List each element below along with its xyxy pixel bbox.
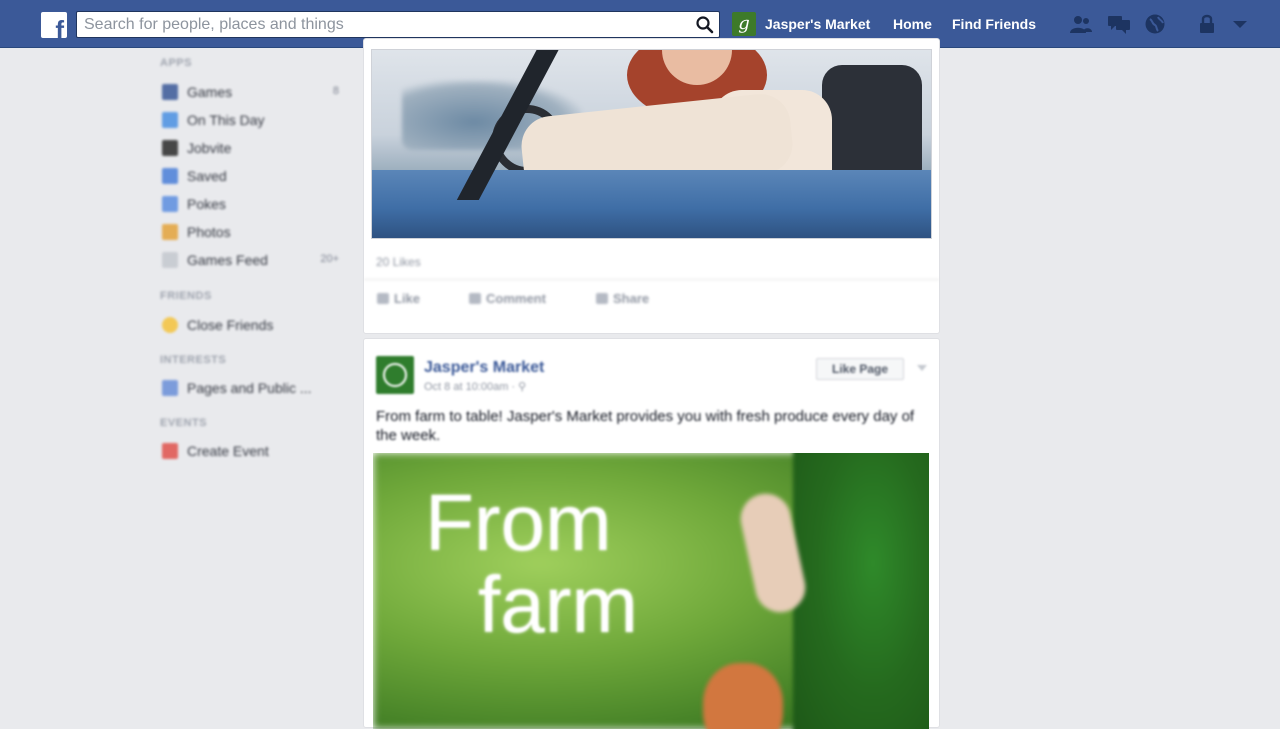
like-page-label: Like Page xyxy=(831,362,889,376)
post-options-chevron-icon[interactable] xyxy=(917,365,927,371)
share-label: Share xyxy=(613,291,650,306)
sidebar-item-label: Games xyxy=(187,84,233,100)
profile-avatar[interactable]: g xyxy=(732,12,756,36)
pages-icon xyxy=(162,380,178,396)
on-this-day-icon xyxy=(162,112,178,128)
feed-post: 20 Likes Like Comment Share xyxy=(363,38,940,334)
likes-count-link[interactable]: 20 Likes xyxy=(376,255,421,269)
post-text: From farm to table! Jasper's Market prov… xyxy=(376,408,915,444)
like-page-button[interactable]: Like Page xyxy=(816,358,904,380)
car-seat xyxy=(822,65,922,175)
sidebar-item-jobvite[interactable]: Jobvite xyxy=(160,138,345,158)
post-photo[interactable]: From farm xyxy=(373,453,929,729)
sidebar-item-create-event[interactable]: Create Event xyxy=(160,441,345,461)
sidebar-item-pages-and-public[interactable]: Pages and Public ... xyxy=(160,378,345,398)
sidebar-item-label: Photos xyxy=(187,224,231,240)
star-icon xyxy=(162,317,178,333)
home-link[interactable]: Home xyxy=(893,16,932,32)
facebook-logo-icon[interactable]: f xyxy=(41,12,67,38)
sidebar-item-label: On This Day xyxy=(187,112,265,128)
share-icon xyxy=(596,293,608,304)
carrot-greens xyxy=(793,453,929,729)
comment-label: Comment xyxy=(486,291,546,306)
sidebar-item-games-feed[interactable]: Games Feed 20+ xyxy=(160,250,345,270)
sidebar-item-count: 8 xyxy=(332,85,339,97)
find-friends-link[interactable]: Find Friends xyxy=(952,16,1036,32)
events-section-header: EVENTS xyxy=(160,417,208,429)
photo-overlay-text: farm xyxy=(478,560,638,649)
carrots xyxy=(703,663,783,729)
account-menu-chevron-down-icon[interactable] xyxy=(1228,13,1252,35)
apps-section-header: APPS xyxy=(160,57,192,69)
sidebar-item-label: Pages and Public ... xyxy=(187,380,312,396)
sidebar-item-label: Saved xyxy=(187,168,227,184)
search-input[interactable] xyxy=(84,13,684,36)
sidebar-item-label: Pokes xyxy=(187,196,226,212)
sidebar-item-count: 20+ xyxy=(320,253,339,265)
post-actions: Like Comment Share xyxy=(364,279,939,310)
sidebar-item-label: Create Event xyxy=(187,443,269,459)
calendar-icon xyxy=(162,443,178,459)
privacy-lock-icon[interactable] xyxy=(1196,13,1220,35)
notifications-globe-icon[interactable] xyxy=(1143,13,1167,35)
profile-name-link[interactable]: Jasper's Market xyxy=(765,16,870,32)
photos-icon xyxy=(162,224,178,240)
games-feed-icon xyxy=(162,252,178,268)
search-box xyxy=(76,11,720,38)
games-icon xyxy=(162,84,178,100)
post-timestamp[interactable]: Oct 8 at 10:00am · ⚲ xyxy=(424,380,526,393)
comment-icon xyxy=(469,293,481,304)
like-label: Like xyxy=(394,291,421,306)
sidebar-item-close-friends[interactable]: Close Friends xyxy=(160,315,345,335)
sidebar-item-saved[interactable]: Saved xyxy=(160,166,345,186)
feed-post: Jasper's Market Oct 8 at 10:00am · ⚲ Lik… xyxy=(363,338,940,729)
sidebar-item-photos[interactable]: Photos xyxy=(160,222,345,242)
share-button[interactable]: Share xyxy=(596,291,649,306)
saved-icon xyxy=(162,168,178,184)
interests-section-header: INTERESTS xyxy=(160,354,227,366)
friends-section-header: FRIENDS xyxy=(160,290,212,302)
like-button[interactable]: Like xyxy=(377,291,420,306)
sidebar-item-on-this-day[interactable]: On This Day xyxy=(160,110,345,130)
friend-requests-icon[interactable] xyxy=(1069,13,1093,35)
pokes-icon xyxy=(162,196,178,212)
sidebar-item-pokes[interactable]: Pokes xyxy=(160,194,345,214)
post-author-link[interactable]: Jasper's Market xyxy=(424,359,544,377)
sidebar-item-label: Close Friends xyxy=(187,317,274,333)
search-icon[interactable] xyxy=(695,15,715,35)
photo-overlay-text: From xyxy=(425,478,612,567)
logo-letter: f xyxy=(55,15,64,38)
thumbs-up-icon xyxy=(377,293,389,304)
sidebar-item-label: Games Feed xyxy=(187,252,268,268)
jobvite-icon xyxy=(162,140,178,156)
sidebar-item-games[interactable]: Games 8 xyxy=(160,82,345,102)
post-photo[interactable] xyxy=(371,49,932,239)
messages-icon[interactable] xyxy=(1107,13,1131,35)
comment-button[interactable]: Comment xyxy=(469,291,546,306)
sidebar-item-label: Jobvite xyxy=(187,140,232,156)
page-avatar[interactable] xyxy=(376,356,414,394)
